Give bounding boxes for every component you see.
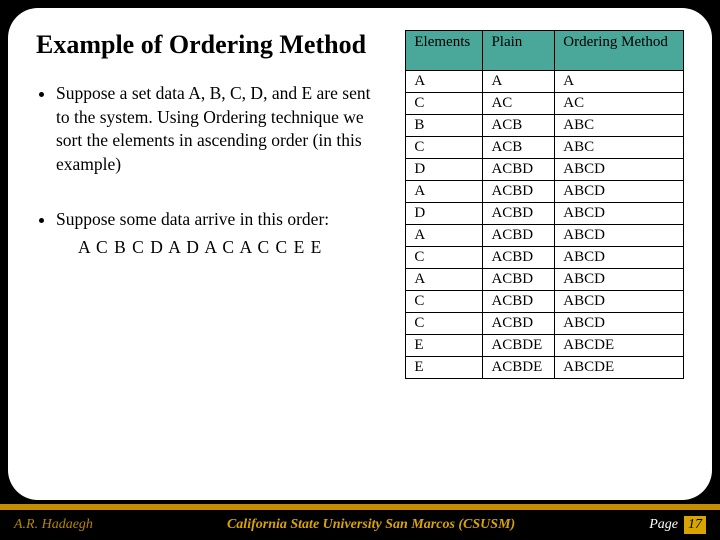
table-cell: ACBDE <box>483 357 555 379</box>
table-cell: ABC <box>555 137 684 159</box>
table-row: AACBDABCD <box>406 181 684 203</box>
table-cell: C <box>406 137 483 159</box>
table-cell: ABCD <box>555 159 684 181</box>
table-cell: ABCDE <box>555 335 684 357</box>
columns: Example of Ordering Method Suppose a set… <box>36 30 684 482</box>
table-body: AAACACACBACBABCCACBABCDACBDABCDAACBDABCD… <box>406 71 684 379</box>
table-cell: E <box>406 357 483 379</box>
table-cell: D <box>406 203 483 225</box>
table-cell: A <box>406 269 483 291</box>
table-row: AACBDABCD <box>406 225 684 247</box>
table-cell: ABCD <box>555 247 684 269</box>
table-row: DACBDABCD <box>406 159 684 181</box>
right-column: Elements Plain Ordering Method AAACACACB… <box>405 30 684 482</box>
bullet-2-sequence: A C B C D A D A C A C C E E <box>78 236 387 260</box>
table-row: CACBDABCD <box>406 247 684 269</box>
data-table: Elements Plain Ordering Method AAACACACB… <box>405 30 684 379</box>
table-row: CACBDABCD <box>406 291 684 313</box>
table-cell: E <box>406 335 483 357</box>
table-cell: C <box>406 313 483 335</box>
table-row: DACBDABCD <box>406 203 684 225</box>
table-cell: A <box>406 181 483 203</box>
table-cell: ACB <box>483 137 555 159</box>
table-cell: ACBDE <box>483 335 555 357</box>
table-cell: A <box>406 71 483 93</box>
table-cell: ACBD <box>483 225 555 247</box>
table-cell: ABCD <box>555 203 684 225</box>
table-cell: ACBD <box>483 203 555 225</box>
table-cell: ACBD <box>483 313 555 335</box>
bullet-1: Suppose a set data A, B, C, D, and E are… <box>56 82 387 177</box>
col-header-ordering: Ordering Method <box>555 31 684 71</box>
table-cell: ABCDE <box>555 357 684 379</box>
table-row: CACBABC <box>406 137 684 159</box>
table-cell: A <box>483 71 555 93</box>
table-header-row: Elements Plain Ordering Method <box>406 31 684 71</box>
table-cell: A <box>406 225 483 247</box>
table-cell: ACBD <box>483 159 555 181</box>
table-cell: ACB <box>483 115 555 137</box>
table-cell: C <box>406 291 483 313</box>
table-cell: A <box>555 71 684 93</box>
table-row: AAA <box>406 71 684 93</box>
col-header-plain: Plain <box>483 31 555 71</box>
bullet-list: Suppose a set data A, B, C, D, and E are… <box>36 82 387 292</box>
table-cell: AC <box>555 93 684 115</box>
table-cell: ACBD <box>483 181 555 203</box>
bullet-2-intro: Suppose some data arrive in this order: <box>56 209 329 229</box>
table-cell: ACBD <box>483 247 555 269</box>
table-cell: ABCD <box>555 181 684 203</box>
table-cell: C <box>406 93 483 115</box>
table-cell: ACBD <box>483 291 555 313</box>
table-row: EACBDEABCDE <box>406 335 684 357</box>
table-row: AACBDABCD <box>406 269 684 291</box>
footer-center: California State University San Marcos (… <box>93 517 649 533</box>
table-cell: ABCD <box>555 225 684 247</box>
footer-author: A.R. Hadaegh <box>14 517 93 533</box>
footer-page-label: Page <box>649 517 678 533</box>
table-cell: ABCD <box>555 269 684 291</box>
footer-right: Page 17 <box>649 516 706 534</box>
table-cell: AC <box>483 93 555 115</box>
table-row: CACBDABCD <box>406 313 684 335</box>
table-cell: ABC <box>555 115 684 137</box>
bullet-2: Suppose some data arrive in this order: … <box>56 208 387 259</box>
table-row: CACAC <box>406 93 684 115</box>
footer-page-number: 17 <box>684 516 706 534</box>
table-cell: C <box>406 247 483 269</box>
footer-bar: A.R. Hadaegh California State University… <box>0 510 720 540</box>
table-cell: ACBD <box>483 269 555 291</box>
table-row: BACBABC <box>406 115 684 137</box>
table-cell: ABCD <box>555 291 684 313</box>
table-cell: ABCD <box>555 313 684 335</box>
table-cell: D <box>406 159 483 181</box>
slide-body: Example of Ordering Method Suppose a set… <box>8 8 712 500</box>
left-column: Example of Ordering Method Suppose a set… <box>36 30 387 482</box>
col-header-elements: Elements <box>406 31 483 71</box>
table-cell: B <box>406 115 483 137</box>
slide-title: Example of Ordering Method <box>36 30 387 60</box>
table-row: EACBDEABCDE <box>406 357 684 379</box>
footer-accent <box>0 504 720 510</box>
